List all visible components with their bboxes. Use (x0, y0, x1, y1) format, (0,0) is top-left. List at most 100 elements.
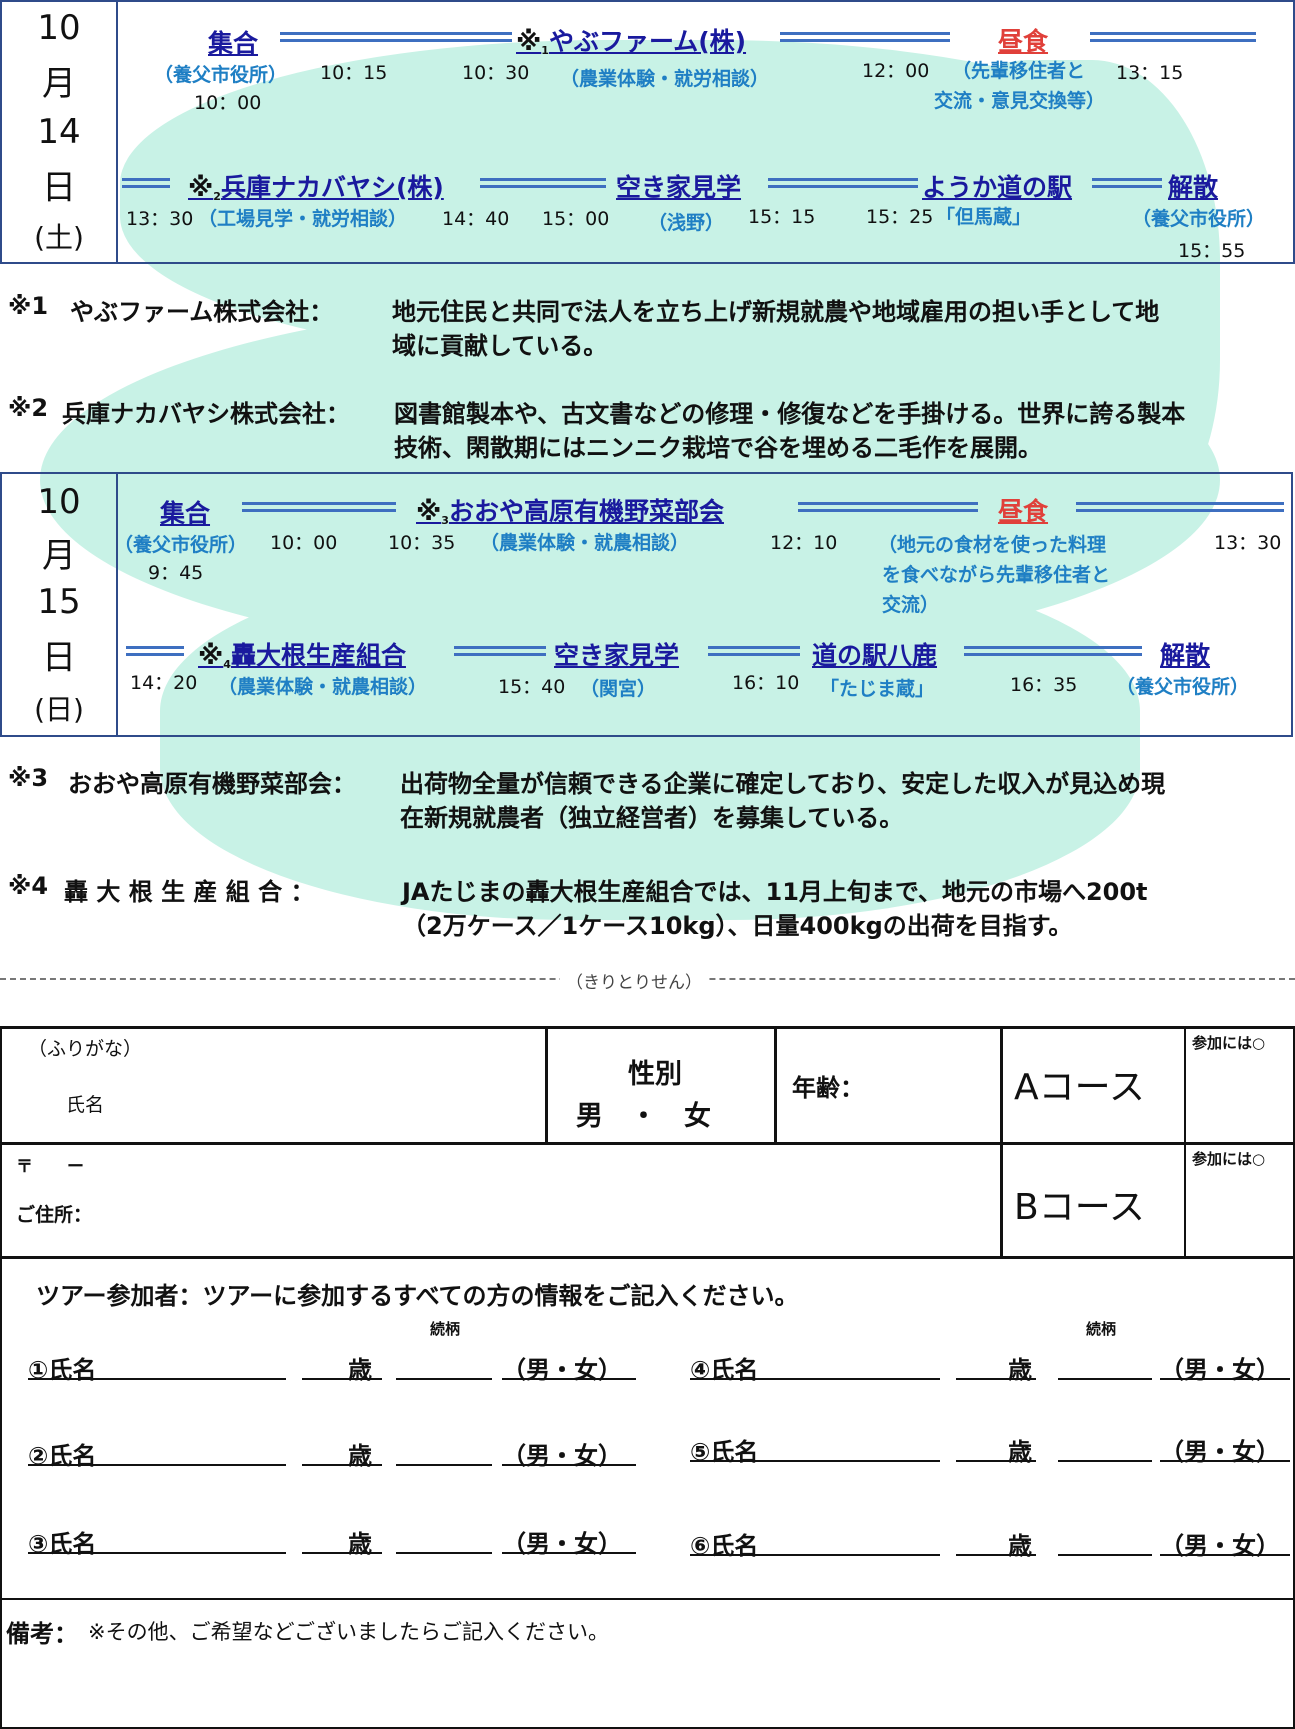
course-b-checkbox[interactable] (1190, 1174, 1288, 1252)
note-line: 地元住民と共同で法人を立ち上げ新規就農や地域雇用の担い手として地 (392, 298, 1160, 326)
note-line: 在新規就農者（独立経営者）を募集している。 (400, 804, 904, 832)
time: 10：00 (270, 532, 338, 554)
furigana-label: （ふりがな） (28, 1038, 143, 1060)
stop-vacant-house: 空き家見学 (554, 641, 680, 670)
stop-oya-kogen: ※3おおや高原有機野菜部会 (416, 497, 724, 527)
time: 15：25 (866, 206, 934, 228)
name-field[interactable] (150, 1040, 530, 1130)
time: 9：45 (148, 562, 204, 584)
relation-header: 続柄 (1086, 1320, 1117, 1338)
remarks-label: 備考： (6, 1620, 78, 1648)
time: 13：30 (126, 208, 194, 230)
relation-header: 続柄 (430, 1320, 461, 1338)
join-mark-label: 参加には○ (1192, 1150, 1266, 1168)
address-field[interactable] (110, 1150, 990, 1250)
course-a-label: Aコース (1014, 1067, 1145, 1108)
time: 12：00 (862, 60, 930, 82)
note-mark: ※1 (8, 292, 49, 320)
gender-underline (502, 1464, 636, 1466)
relation-line[interactable] (1058, 1554, 1152, 1556)
note-mark: ※3 (8, 764, 49, 792)
day2-date: 10 月 15 日 (日) (2, 474, 118, 735)
relation-line[interactable] (396, 1378, 492, 1380)
day-number: 14 (37, 112, 81, 152)
route-connector (798, 502, 978, 512)
day-char: 日 (42, 168, 76, 208)
time: 10：30 (462, 62, 530, 84)
time: 10：15 (320, 62, 388, 84)
name-line[interactable] (28, 1464, 286, 1466)
stop-lunch: 昼食 (998, 27, 1049, 56)
day1-date: 10 月 14 日 (土) (2, 2, 118, 262)
time: 15：00 (542, 208, 610, 230)
age-label: 年齢： (792, 1074, 864, 1102)
age-unit: 歳 (1008, 1356, 1032, 1384)
relation-line[interactable] (1058, 1378, 1152, 1380)
note-mark: ※2 (8, 394, 49, 422)
time: 16：10 (732, 672, 800, 694)
day-char: 日 (42, 638, 76, 678)
month-number: 10 (37, 8, 81, 48)
stop-vacant-house: 空き家見学 (616, 173, 742, 202)
note-name: やぶファーム株式会社： (70, 298, 334, 326)
stop-sub: 交流・意見交換等） (934, 90, 1106, 112)
stop-sub: 「たじま蔵」 (820, 678, 935, 700)
note-line: 図書館製本や、古文書などの修理・修復などを手掛ける。世界に誇る製本 (394, 400, 1186, 428)
postal-label: 〒 ー (16, 1157, 84, 1177)
stop-gathering: 集合 (208, 29, 259, 58)
stop-sub: 交流） (882, 594, 940, 616)
stop-sub: （養父市役所） (114, 534, 248, 556)
note-line: JAたじまの轟大根生産組合では、11月上旬まで、地元の市場へ200t (402, 878, 1148, 906)
relation-line[interactable] (396, 1464, 492, 1466)
route-connector (280, 32, 512, 42)
month-char: 月 (42, 64, 76, 104)
time: 13：15 (1116, 62, 1184, 84)
gender-options[interactable]: 男 ・ 女 (576, 1094, 711, 1133)
time: 13：30 (1214, 532, 1282, 554)
note-mark: ※4 (8, 872, 49, 900)
stop-sub: （養父市役所） (1116, 676, 1250, 698)
route-connector (780, 32, 950, 42)
age-unit: 歳 (1008, 1532, 1032, 1560)
stop-sub: （農業体験・就農相談） (218, 676, 428, 698)
route-connector (964, 646, 1142, 656)
time: 10：35 (388, 532, 456, 554)
note-line: （2万ケース／1ケース10kg）、日量400kgの出荷を目指す。 (402, 912, 1073, 940)
participants-title: ツアー参加者：ツアーに参加するすべての方の情報をご記入ください。 (36, 1282, 799, 1310)
address-label: ご住所： (16, 1204, 93, 1226)
stop-sub: （農業体験・就農相談） (480, 532, 690, 554)
day-number: 15 (37, 582, 81, 622)
stop-lunch: 昼食 (998, 497, 1049, 526)
gender-underline (1160, 1554, 1290, 1556)
stop-yabu-farm: ※1やぶファーム(株) (516, 27, 747, 57)
time: 15：15 (748, 206, 816, 228)
name-line[interactable] (690, 1460, 940, 1462)
route-connector (768, 178, 918, 188)
time: 14：20 (130, 672, 198, 694)
name-line[interactable] (28, 1378, 286, 1380)
stop-sub: （工場見学・就労相談） (198, 208, 408, 230)
course-a-checkbox[interactable] (1190, 1058, 1288, 1136)
age-field[interactable] (880, 1040, 990, 1130)
name-line[interactable] (28, 1552, 286, 1554)
gender-underline (1160, 1460, 1290, 1462)
weekday: (土) (34, 221, 84, 254)
stop-sub: （地元の食材を使った料理 (878, 534, 1107, 556)
stop-sub: （農業体験・就労相談） (560, 68, 770, 90)
name-line[interactable] (690, 1378, 940, 1380)
note-name: 轟 大 根 生 産 組 合 ： (64, 878, 315, 906)
stop-sub: （浅野） (648, 212, 725, 234)
time: 10：00 (194, 92, 262, 114)
age-unit: 歳 (348, 1356, 372, 1384)
relation-line[interactable] (396, 1552, 492, 1554)
name-line[interactable] (690, 1554, 940, 1556)
note-name: 兵庫ナカバヤシ株式会社： (62, 400, 350, 428)
route-connector (122, 178, 170, 188)
time: 16：35 (1010, 674, 1078, 696)
remarks-field[interactable] (6, 1650, 1286, 1722)
stop-michi-no-eki: ようか道の駅 (922, 173, 1073, 202)
stop-dismissal: 解散 (1160, 641, 1211, 670)
stop-sub: （関宮） (580, 678, 657, 700)
course-b-label: Bコース (1014, 1187, 1145, 1228)
relation-line[interactable] (1058, 1460, 1152, 1462)
